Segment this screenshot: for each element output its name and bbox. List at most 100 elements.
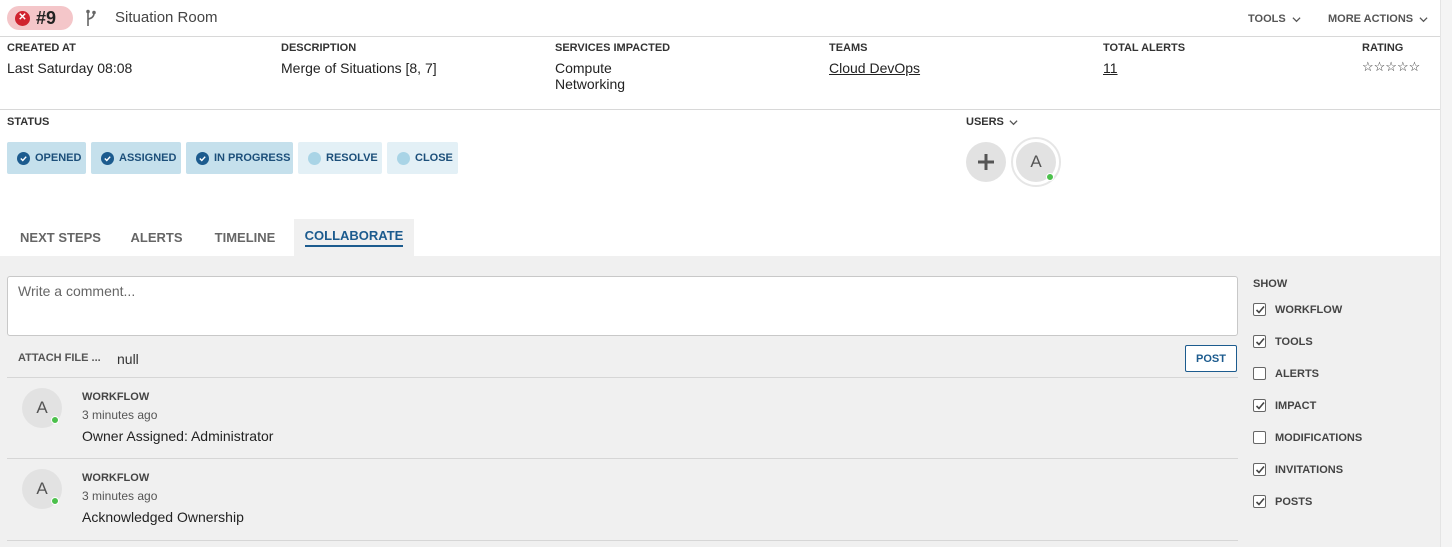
- user-avatar-ring[interactable]: A: [1011, 137, 1061, 187]
- avatar-initial: A: [36, 479, 48, 498]
- status-step-label: IN PROGRESS: [214, 152, 291, 164]
- show-filters-label: SHOW: [1253, 278, 1288, 290]
- filter-label: POSTS: [1275, 495, 1313, 508]
- situation-id-badge[interactable]: ✕ #9: [7, 6, 73, 30]
- more-actions-label: MORE ACTIONS: [1328, 13, 1414, 25]
- close-circle-icon: ✕: [15, 10, 30, 26]
- checkbox-checked-icon[interactable]: [1253, 303, 1266, 316]
- feed-item: A WORKFLOW 3 minutes ago Acknowledged Ow…: [7, 458, 1238, 539]
- filter-label: WORKFLOW: [1275, 303, 1343, 316]
- chevron-down-icon: [1009, 119, 1018, 125]
- checkbox-checked-icon[interactable]: [1253, 399, 1266, 412]
- status-step-label: OPENED: [35, 152, 82, 164]
- chevron-down-icon: [1292, 16, 1301, 22]
- service-item: Compute: [555, 60, 612, 76]
- checkbox-unchecked-icon[interactable]: [1253, 431, 1266, 444]
- check-circle-icon: [196, 151, 209, 165]
- tab-next-steps[interactable]: NEXT STEPS: [7, 219, 114, 256]
- check-circle-icon: [17, 151, 30, 165]
- status-resolve-button[interactable]: RESOLVE: [298, 142, 382, 174]
- services-impacted-label: SERVICES IMPACTED: [555, 42, 671, 54]
- filter-label: ALERTS: [1275, 367, 1319, 380]
- filter-modifications[interactable]: MODIFICATIONS: [1253, 431, 1362, 444]
- users-label: USERS: [966, 116, 1004, 128]
- add-user-button[interactable]: [966, 142, 1006, 182]
- more-actions-button[interactable]: MORE ACTIONS: [1328, 13, 1428, 25]
- checkbox-checked-icon[interactable]: [1253, 495, 1266, 508]
- status-in-progress-button[interactable]: IN PROGRESS: [186, 142, 293, 174]
- feed-timestamp: 3 minutes ago: [82, 489, 158, 503]
- checkbox-checked-icon[interactable]: [1253, 335, 1266, 348]
- status-close-button[interactable]: CLOSE: [387, 142, 458, 174]
- pending-circle-icon: [308, 151, 321, 165]
- checkbox-unchecked-icon[interactable]: [1253, 367, 1266, 380]
- total-alerts-field: TOTAL ALERTS 11: [1103, 42, 1185, 76]
- comment-input[interactable]: Write a comment...: [7, 276, 1238, 336]
- total-alerts-link[interactable]: 11: [1103, 60, 1185, 76]
- tab-timeline[interactable]: TIMELINE: [200, 219, 290, 256]
- tab-alerts[interactable]: ALERTS: [118, 219, 195, 256]
- filter-label: MODIFICATIONS: [1275, 431, 1363, 444]
- post-button[interactable]: POST: [1185, 345, 1237, 372]
- total-alerts-label: TOTAL ALERTS: [1103, 42, 1186, 54]
- status-step-label: ASSIGNED: [119, 152, 177, 164]
- filter-invitations[interactable]: INVITATIONS: [1253, 463, 1343, 476]
- avatar-initial: A: [36, 398, 48, 417]
- tools-menu-button[interactable]: TOOLS: [1248, 13, 1301, 25]
- team-link[interactable]: Cloud DevOps: [829, 60, 920, 76]
- check-circle-icon: [101, 151, 114, 165]
- section-divider: [0, 109, 1440, 110]
- created-at-label: CREATED AT: [7, 42, 76, 54]
- filter-label: INVITATIONS: [1275, 463, 1344, 476]
- feed-category: WORKFLOW: [82, 391, 150, 403]
- attached-file-value: null: [117, 351, 139, 367]
- filter-label: TOOLS: [1275, 335, 1313, 348]
- status-opened-button[interactable]: OPENED: [7, 142, 86, 174]
- online-status-indicator: [51, 416, 59, 424]
- filter-tools[interactable]: TOOLS: [1253, 335, 1313, 348]
- rating-field: RATING ☆☆☆☆☆: [1362, 42, 1420, 75]
- online-status-indicator: [1046, 173, 1054, 181]
- status-step-label: RESOLVE: [326, 152, 378, 164]
- filter-label: IMPACT: [1275, 399, 1317, 412]
- services-impacted-field: SERVICES IMPACTED Compute Networking: [555, 42, 670, 92]
- feed-category: WORKFLOW: [82, 472, 150, 484]
- service-item: Networking: [555, 76, 626, 92]
- status-assigned-button[interactable]: ASSIGNED: [91, 142, 181, 174]
- plus-icon: [978, 154, 994, 170]
- filter-workflow[interactable]: WORKFLOW: [1253, 303, 1342, 316]
- rating-stars[interactable]: ☆☆☆☆☆: [1362, 59, 1420, 75]
- collaborate-panel: Write a comment... ATTACH FILE ... null …: [0, 256, 1440, 547]
- online-status-indicator: [51, 497, 59, 505]
- description-value: Merge of Situations [8, 7]: [281, 60, 437, 76]
- situation-header: ✕ #9 Situation Room TOOLS MORE ACTIONS: [0, 0, 1440, 37]
- description-label: DESCRIPTION: [281, 42, 357, 54]
- created-at-field: CREATED AT Last Saturday 08:08: [7, 42, 132, 76]
- situation-id: #9: [36, 7, 57, 28]
- created-at-value: Last Saturday 08:08: [7, 60, 133, 76]
- attach-file-button[interactable]: ATTACH FILE ...: [18, 352, 101, 364]
- avatar: A: [1016, 142, 1056, 182]
- merge-branch-icon: [86, 9, 96, 26]
- teams-field: TEAMS Cloud DevOps: [829, 42, 920, 76]
- filter-impact[interactable]: IMPACT: [1253, 399, 1316, 412]
- feed-timestamp: 3 minutes ago: [82, 408, 158, 422]
- vertical-scrollbar[interactable]: [1440, 0, 1452, 547]
- checkbox-checked-icon[interactable]: [1253, 463, 1266, 476]
- situation-title: Situation Room: [115, 9, 218, 26]
- feed-item: A WORKFLOW 3 minutes ago Owner Assigned:…: [7, 377, 1238, 458]
- description-field: DESCRIPTION Merge of Situations [8, 7]: [281, 42, 437, 76]
- tools-menu-label: TOOLS: [1248, 13, 1286, 25]
- rating-label: RATING: [1362, 42, 1404, 54]
- users-dropdown[interactable]: USERS: [966, 116, 1018, 128]
- feed-message: Acknowledged Ownership: [82, 509, 244, 525]
- filter-posts[interactable]: POSTS: [1253, 495, 1312, 508]
- feed-message: Owner Assigned: Administrator: [82, 428, 274, 444]
- pending-circle-icon: [397, 151, 410, 165]
- status-step-label: CLOSE: [415, 152, 453, 164]
- tab-collaborate[interactable]: COLLABORATE: [294, 219, 414, 256]
- filter-alerts[interactable]: ALERTS: [1253, 367, 1319, 380]
- feed-divider: [7, 540, 1238, 541]
- status-label: STATUS: [7, 116, 50, 128]
- chevron-down-icon: [1419, 16, 1428, 22]
